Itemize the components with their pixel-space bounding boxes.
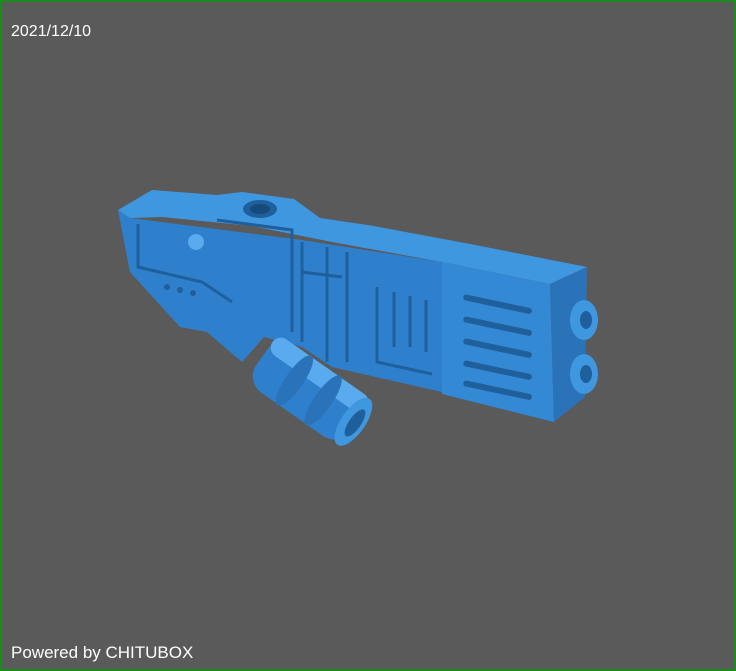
model-viewport[interactable]: 2021/12/10 Powered by CHITUBOX <box>0 0 736 671</box>
sphere-detail <box>188 234 204 250</box>
model-right-block <box>442 262 554 422</box>
model-right-side <box>550 267 587 422</box>
powered-by-footer: Powered by CHITUBOX <box>11 643 194 662</box>
blaster-gun-model[interactable] <box>2 2 734 669</box>
